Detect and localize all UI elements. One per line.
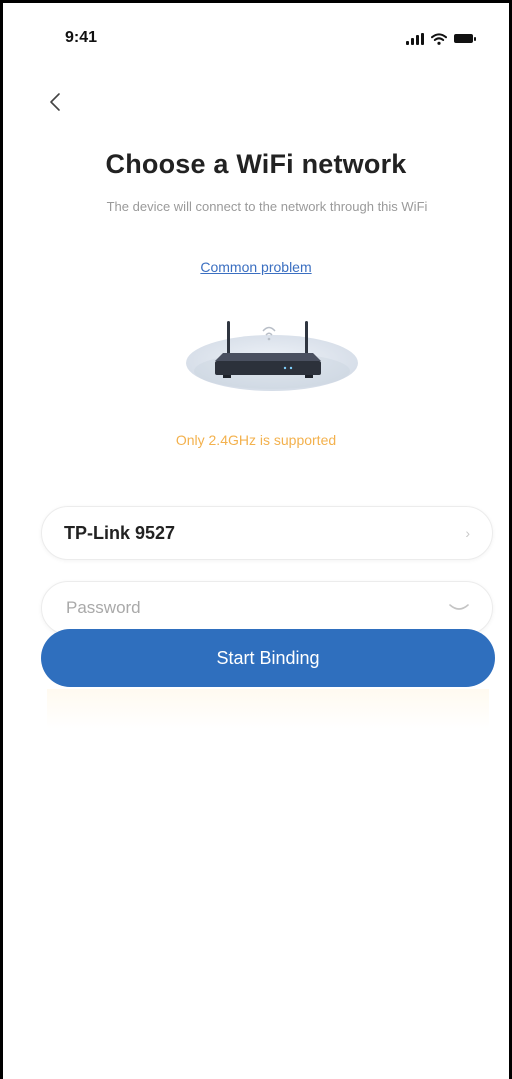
eye-closed-icon[interactable] [448,602,470,614]
signal-icon [406,33,424,45]
page-subtitle: The device will connect to the network t… [106,199,428,214]
common-problem-link[interactable]: Common problem [3,259,509,275]
frequency-hint: Only 2.4GHz is supported [175,432,337,448]
start-binding-button[interactable]: Start Binding [41,629,495,687]
chevron-right-icon: › [465,525,470,541]
page-title: Choose a WiFi network [105,149,407,179]
network-selector[interactable]: TP-Link 9527 › [41,506,493,560]
password-input[interactable] [64,597,448,619]
button-shadow [47,689,489,729]
router-illustration [127,313,417,413]
battery-icon [454,34,476,43]
status-time: 9:41 [65,29,98,46]
back-button[interactable] [45,91,67,113]
status-icons [406,29,476,45]
wifi-icon [431,33,447,45]
password-field-wrapper [41,581,493,635]
network-name: TP-Link 9527 [64,522,176,543]
phone-screen: 9:41 Choose a WiFi network The device wi… [0,0,512,1079]
router-icon [127,321,417,391]
chevron-left-icon [50,93,60,111]
